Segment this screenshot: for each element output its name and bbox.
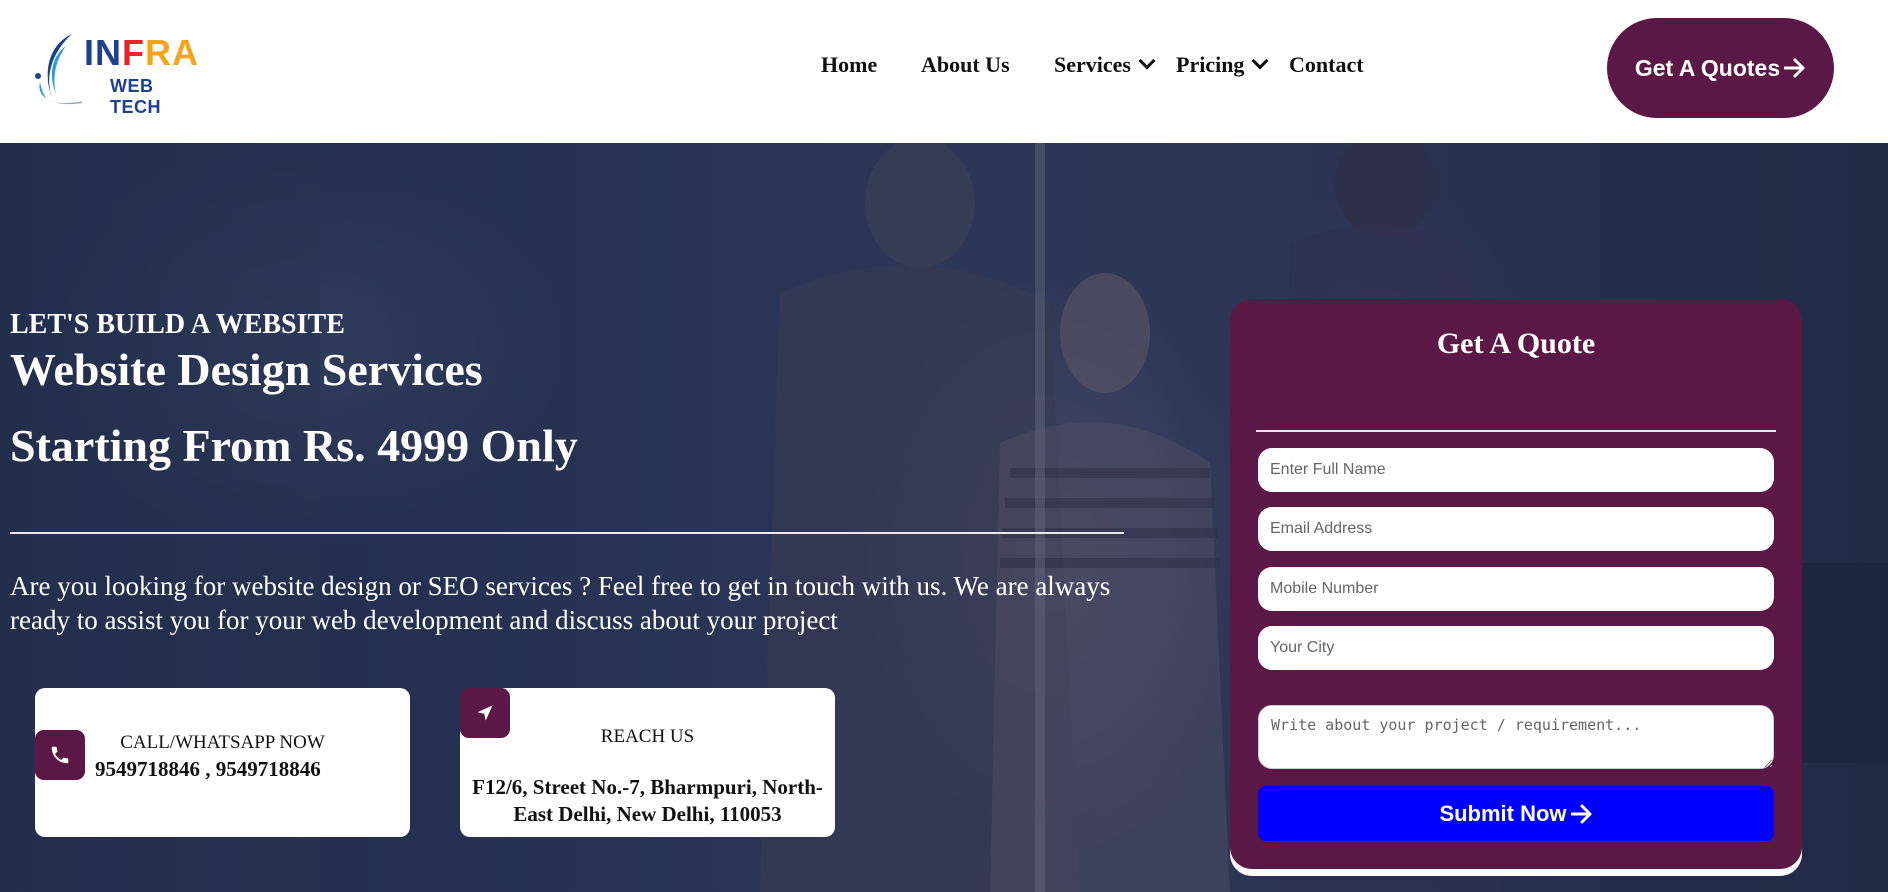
nav-item-label: About Us	[921, 52, 1010, 77]
nav-item-pricing[interactable]: Pricing	[1176, 52, 1269, 78]
brand-name: INFRA	[84, 32, 199, 74]
logo[interactable]: INFRA WEB TECH	[32, 28, 198, 117]
email-input[interactable]	[1258, 507, 1774, 551]
reach-card-address: F12/6, Street No.-7, Bharmpuri, North-Ea…	[472, 775, 823, 826]
brand-name-part-f: F	[122, 32, 145, 73]
chevron-down-icon[interactable]	[1251, 52, 1269, 70]
logo-swoosh-icon	[35, 34, 82, 105]
site-header: INFRA WEB TECH Home About Us Services Pr…	[0, 0, 1888, 143]
get-a-quotes-label: Get A Quotes	[1634, 54, 1781, 81]
brand-name-part-ra: RA	[145, 32, 199, 73]
nav-item-about-us[interactable]: About Us	[921, 52, 1010, 78]
hero-divider	[10, 532, 1124, 534]
nav-item-label: Services	[1054, 52, 1131, 77]
submit-now-label: Submit Now	[1439, 800, 1567, 826]
get-a-quotes-button[interactable]: Get A Quotes	[1607, 18, 1834, 118]
chevron-down-icon[interactable]	[1138, 52, 1156, 70]
call-card[interactable]: CALL/WHATSAPP NOW 9549718846 , 954971884…	[35, 688, 410, 837]
brand-name-part-in: IN	[84, 32, 122, 73]
hero-section: LET'S BUILD A WEBSITE Website Design Ser…	[0, 143, 1888, 892]
nav-item-label: Home	[821, 52, 878, 77]
hero-subtitle: Starting From Rs. 4999 Only	[10, 420, 578, 471]
arrow-right-icon	[1570, 804, 1593, 824]
call-card-phone[interactable]: 9549718846 , 9549718846	[95, 757, 321, 782]
nav-item-services[interactable]: Services	[1054, 52, 1156, 78]
hero-description: Are you looking for website design or SE…	[10, 571, 1111, 635]
nav-item-label: Contact	[1289, 52, 1364, 77]
nav-item-home[interactable]: Home	[821, 52, 877, 78]
brand-subtitle: WEB TECH	[110, 76, 161, 117]
full-name-input[interactable]	[1258, 448, 1774, 492]
mobile-input[interactable]	[1258, 567, 1774, 611]
reach-card-label: REACH US	[600, 726, 695, 747]
nav-item-contact[interactable]: Contact	[1289, 52, 1364, 78]
submit-now-button[interactable]: Submit Now	[1258, 786, 1774, 841]
city-input[interactable]	[1258, 626, 1774, 670]
hero-title: Website Design Services	[10, 344, 483, 395]
quote-form-divider	[1256, 430, 1776, 432]
quote-form: Get A Quote Submit Now	[1230, 299, 1802, 869]
nav-item-label: Pricing	[1176, 52, 1245, 77]
reach-card[interactable]: REACH US F12/6, Street No.-7, Bharmpuri,…	[460, 688, 835, 837]
hero-eyebrow: LET'S BUILD A WEBSITE	[10, 309, 345, 340]
project-requirement-textarea[interactable]	[1258, 705, 1774, 769]
call-card-label: CALL/WHATSAPP NOW	[120, 732, 325, 753]
quote-form-title: Get A Quote	[1436, 327, 1596, 360]
arrow-right-icon	[1784, 58, 1806, 78]
